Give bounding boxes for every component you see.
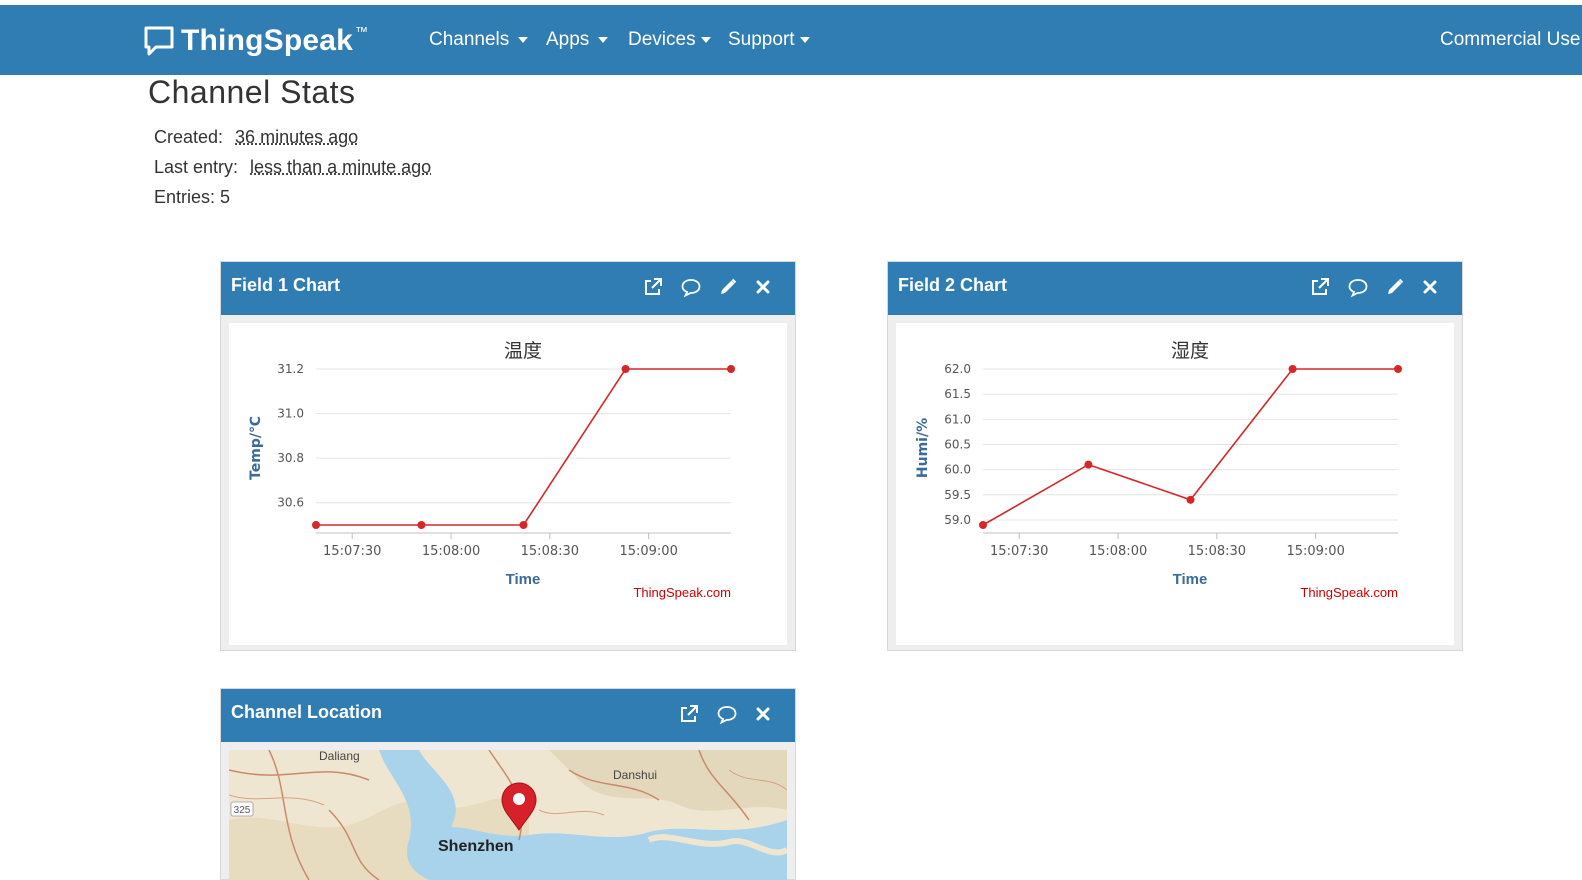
series-line [316, 369, 731, 525]
nav-apps-label: Apps [546, 29, 589, 51]
external-link-icon[interactable] [678, 703, 700, 725]
x-tick-label: 15:08:30 [521, 544, 579, 559]
location-map[interactable]: 325 Daliang Danshui Shenzhen [229, 750, 787, 880]
caret-down-icon [800, 37, 810, 43]
stat-entries: Entries: 5 [154, 187, 230, 208]
field2-panel-title: Field 2 Chart [898, 275, 1007, 296]
y-tick-label: 59.5 [944, 488, 971, 502]
map-route-shield: 325 [234, 805, 251, 816]
navbar: ThingSpeak ™ Channels Apps Devices Suppo… [0, 5, 1582, 75]
map-label-daliang: Daliang [319, 750, 360, 763]
external-link-icon[interactable] [1309, 276, 1331, 298]
data-point [417, 521, 425, 529]
data-point [979, 521, 987, 529]
nav-devices-label: Devices [628, 29, 696, 51]
field2-chart-body: 59.0 59.5 60.0 60.5 61.0 61.5 62.0 15:07:30 15:0… [896, 323, 1454, 645]
chart-title: 湿度 [1171, 340, 1209, 362]
caret-down-icon [701, 37, 711, 43]
brand-logo[interactable]: ThingSpeak ™ [143, 23, 368, 59]
y-tick-label: 60.0 [944, 463, 971, 477]
nav-apps[interactable]: Apps [546, 29, 608, 51]
chart-credit[interactable]: ThingSpeak.com [633, 585, 731, 600]
field1-panel-title: Field 1 Chart [231, 275, 340, 296]
pencil-icon[interactable] [1384, 276, 1406, 298]
field2-panel: Field 2 Chart 59.0 59.5 60.0 60.5 61.0 61.5 62… [887, 261, 1463, 651]
field2-panel-header: Field 2 Chart [888, 262, 1462, 315]
field2-chart: 59.0 59.5 60.0 60.5 61.0 61.5 62.0 15:07:30 15:0… [896, 323, 1454, 645]
data-point [312, 521, 320, 529]
stat-created: Created: 36 minutes ago [154, 127, 358, 148]
stat-last-entry: Last entry: less than a minute ago [154, 157, 431, 178]
nav-devices[interactable]: Devices [628, 29, 711, 51]
brand-trademark: ™ [355, 24, 368, 39]
close-icon[interactable] [1419, 276, 1441, 298]
location-panel-header: Channel Location [221, 689, 795, 742]
x-tick-label: 15:09:00 [619, 544, 677, 559]
caret-down-icon [518, 37, 528, 43]
close-icon[interactable] [752, 703, 774, 725]
chart-credit[interactable]: ThingSpeak.com [1300, 585, 1398, 600]
map-label-shenzhen: Shenzhen [438, 838, 514, 855]
map-label-danshui: Danshui [613, 768, 657, 782]
x-tick-label: 15:07:30 [990, 544, 1048, 559]
location-panel-title: Channel Location [231, 702, 382, 723]
stat-last-entry-label: Last entry: [154, 157, 238, 177]
comment-icon[interactable] [716, 703, 738, 725]
field1-panel: Field 1 Chart 30.6 30.8 31.0 31.2 15:07:30 15… [220, 261, 796, 651]
data-point [727, 365, 735, 373]
stat-last-entry-value: less than a minute ago [250, 157, 431, 177]
close-icon[interactable] [752, 276, 774, 298]
comment-icon[interactable] [680, 276, 702, 298]
x-tick-label: 15:08:00 [1089, 544, 1147, 559]
stat-entries-label: Entries: [154, 187, 215, 207]
nav-channels-label: Channels [429, 29, 509, 51]
stat-created-label: Created: [154, 127, 223, 147]
x-tick-label: 15:08:30 [1188, 544, 1246, 559]
y-tick-label: 30.8 [277, 451, 304, 465]
y-tick-label: 60.5 [944, 437, 971, 451]
data-point [1187, 496, 1195, 504]
stat-entries-value: 5 [220, 187, 230, 207]
chart-title: 温度 [504, 340, 542, 362]
x-tick-label: 15:09:00 [1286, 544, 1344, 559]
data-point [1289, 365, 1297, 373]
data-point [1394, 365, 1402, 373]
stat-created-value: 36 minutes ago [235, 127, 358, 147]
y-tick-label: 61.5 [944, 387, 971, 401]
x-tick-label: 15:07:30 [323, 544, 381, 559]
y-tick-label: 61.0 [944, 412, 971, 426]
location-panel: Channel Location 325 Daliang Danshui She… [220, 688, 796, 880]
y-tick-label: 59.0 [944, 513, 971, 527]
y-tick-label: 31.2 [277, 362, 304, 376]
nav-support[interactable]: Support [728, 29, 810, 51]
data-point [1084, 461, 1092, 469]
field1-chart-body: 30.6 30.8 31.0 31.2 15:07:30 15:08:00 15:08:30… [229, 323, 787, 645]
field1-chart: 30.6 30.8 31.0 31.2 15:07:30 15:08:00 15:08:30… [229, 323, 787, 645]
y-tick-label: 30.6 [277, 496, 304, 510]
y-axis-label: Humi/% [915, 418, 931, 478]
pencil-icon[interactable] [717, 276, 739, 298]
speech-bubble-icon [143, 25, 175, 57]
nav-channels[interactable]: Channels [429, 29, 528, 51]
x-tick-label: 15:08:00 [422, 544, 480, 559]
caret-down-icon [598, 37, 608, 43]
data-point [622, 365, 630, 373]
data-point [520, 521, 528, 529]
nav-commercial-use[interactable]: Commercial Use [1440, 29, 1580, 51]
map-canvas[interactable]: 325 Daliang Danshui Shenzhen [229, 750, 787, 880]
x-axis-label: Time [506, 571, 541, 588]
nav-support-label: Support [728, 29, 795, 51]
y-tick-label: 62.0 [944, 362, 971, 376]
page-title: Channel Stats [148, 74, 356, 111]
field1-panel-header: Field 1 Chart [221, 262, 795, 315]
brand-name: ThingSpeak [181, 24, 353, 58]
y-axis-label: Temp/℃ [248, 416, 264, 480]
x-axis-label: Time [1173, 571, 1208, 588]
comment-icon[interactable] [1347, 276, 1369, 298]
external-link-icon[interactable] [642, 276, 664, 298]
y-tick-label: 31.0 [277, 407, 304, 421]
